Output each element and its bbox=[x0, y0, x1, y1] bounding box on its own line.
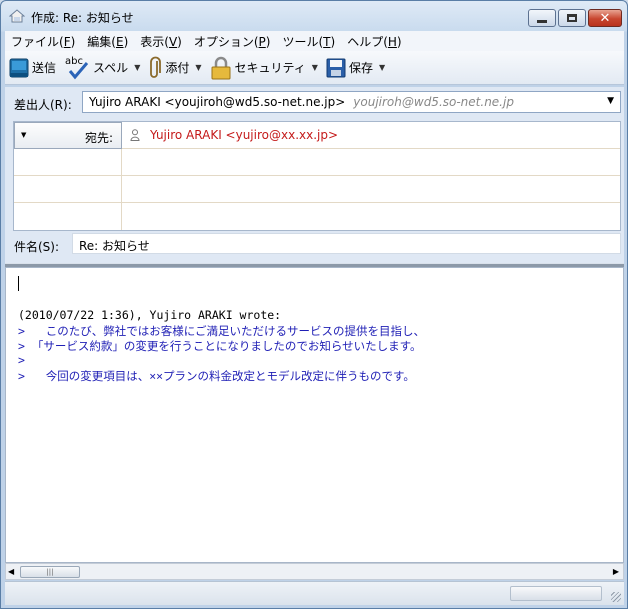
from-identity: Yujiro ARAKI <youjiroh@wd5.so-net.ne.jp> bbox=[89, 95, 346, 109]
compose-window: 作成: Re: お知らせ ✕ ファイル(F) 編集(E) 表示(V) オプション… bbox=[0, 0, 628, 609]
save-button[interactable]: 保存 ▼ bbox=[322, 54, 389, 82]
message-header-area: 差出人(R): Yujiro ARAKI <youjiroh@wd5.so-ne… bbox=[5, 87, 624, 263]
menu-tools[interactable]: ツール(T) bbox=[276, 33, 341, 50]
recipient-type-cell[interactable] bbox=[14, 176, 122, 203]
scroll-right-icon[interactable]: ▶ bbox=[613, 567, 619, 576]
attach-dropdown-icon[interactable]: ▼ bbox=[195, 63, 201, 72]
status-bar bbox=[5, 581, 624, 605]
save-dropdown-icon[interactable]: ▼ bbox=[379, 63, 385, 72]
recipient-type-cell[interactable] bbox=[14, 149, 122, 176]
maximize-button[interactable] bbox=[558, 9, 586, 27]
menu-file[interactable]: ファイル(F) bbox=[5, 33, 81, 50]
from-identity-select[interactable]: Yujiro ARAKI <youjiroh@wd5.so-net.ne.jp>… bbox=[82, 91, 621, 113]
from-label: 差出人(R): bbox=[14, 98, 72, 112]
recipient-address[interactable]: Yujiro ARAKI <yujiro@xx.xx.jp> bbox=[130, 128, 338, 142]
recipient-type-cell[interactable] bbox=[14, 203, 122, 230]
scrollbar-thumb[interactable]: ||| bbox=[20, 566, 80, 578]
recipient-type-select[interactable]: ▼ 宛先: bbox=[14, 122, 122, 149]
subject-input[interactable]: Re: お知らせ bbox=[72, 233, 621, 254]
subject-label: 件名(S): bbox=[14, 240, 60, 254]
message-body-editor[interactable]: (2010/07/22 1:36), Yujiro ARAKI wrote: >… bbox=[5, 267, 624, 563]
recipient-row[interactable] bbox=[14, 149, 620, 176]
compose-app-icon bbox=[9, 9, 25, 23]
window-title: 作成: Re: お知らせ bbox=[31, 11, 134, 25]
quoted-line: > 今回の変更項目は、××プランの料金改定とモデル改定に伴うものです。 bbox=[18, 369, 415, 383]
horizontal-scrollbar[interactable]: ◀ ||| ▶ bbox=[5, 563, 624, 580]
padlock-icon bbox=[211, 56, 231, 79]
send-button[interactable]: 送信 bbox=[5, 54, 60, 82]
resize-grip-icon[interactable] bbox=[611, 592, 621, 602]
quoted-line: > 「サービス約款」の変更を行うことになりましたのでお知らせいたします。 bbox=[18, 339, 422, 353]
security-dropdown-icon[interactable]: ▼ bbox=[312, 63, 318, 72]
quoted-line: > bbox=[18, 353, 25, 367]
svg-text:abc: abc bbox=[65, 56, 83, 67]
compose-toolbar: 送信 abc スペル ▼ 添付 ▼ セキュリティ ▼ 保存 ▼ bbox=[5, 51, 624, 85]
chevron-down-icon: ▼ bbox=[21, 131, 27, 139]
attach-button[interactable]: 添付 ▼ bbox=[144, 54, 205, 82]
menu-bar: ファイル(F) 編集(E) 表示(V) オプション(P) ツール(T) ヘルプ(… bbox=[5, 31, 624, 51]
security-button[interactable]: セキュリティ ▼ bbox=[206, 54, 322, 82]
menu-help[interactable]: ヘルプ(H) bbox=[341, 33, 407, 50]
menu-edit[interactable]: 編集(E) bbox=[81, 33, 134, 50]
minimize-icon bbox=[537, 19, 547, 23]
recipient-list: ▼ 宛先: Yujiro ARAKI <yujiro@xx.xx.jp> bbox=[13, 121, 621, 231]
spell-dropdown-icon[interactable]: ▼ bbox=[134, 63, 140, 72]
text-caret bbox=[18, 276, 19, 291]
quoted-line: > このたび、弊社ではお客様にご満足いただけるサービスの提供を目指し、 bbox=[18, 324, 425, 338]
paperclip-icon bbox=[150, 56, 162, 78]
recipient-row[interactable] bbox=[14, 203, 620, 230]
floppy-disk-icon bbox=[326, 58, 346, 77]
from-account: youjiroh@wd5.so-net.ne.jp bbox=[353, 95, 514, 109]
menu-options[interactable]: オプション(P) bbox=[188, 33, 277, 50]
recipient-row[interactable]: ▼ 宛先: Yujiro ARAKI <yujiro@xx.xx.jp> bbox=[14, 122, 620, 149]
recipient-row[interactable] bbox=[14, 176, 620, 203]
spell-button[interactable]: abc スペル ▼ bbox=[60, 54, 144, 82]
close-icon: ✕ bbox=[599, 10, 611, 26]
spellcheck-icon: abc bbox=[65, 56, 89, 79]
status-progress-panel bbox=[510, 586, 602, 601]
person-icon bbox=[130, 129, 140, 141]
send-icon bbox=[9, 58, 29, 77]
close-button[interactable]: ✕ bbox=[588, 9, 622, 27]
minimize-button[interactable] bbox=[528, 9, 556, 27]
maximize-icon bbox=[567, 14, 577, 22]
title-bar: 作成: Re: お知らせ ✕ bbox=[1, 1, 627, 31]
chevron-down-icon: ▼ bbox=[607, 96, 614, 106]
reply-attribution: (2010/07/22 1:36), Yujiro ARAKI wrote: bbox=[18, 308, 282, 322]
scroll-left-icon[interactable]: ◀ bbox=[8, 567, 14, 576]
menu-view[interactable]: 表示(V) bbox=[134, 33, 188, 50]
